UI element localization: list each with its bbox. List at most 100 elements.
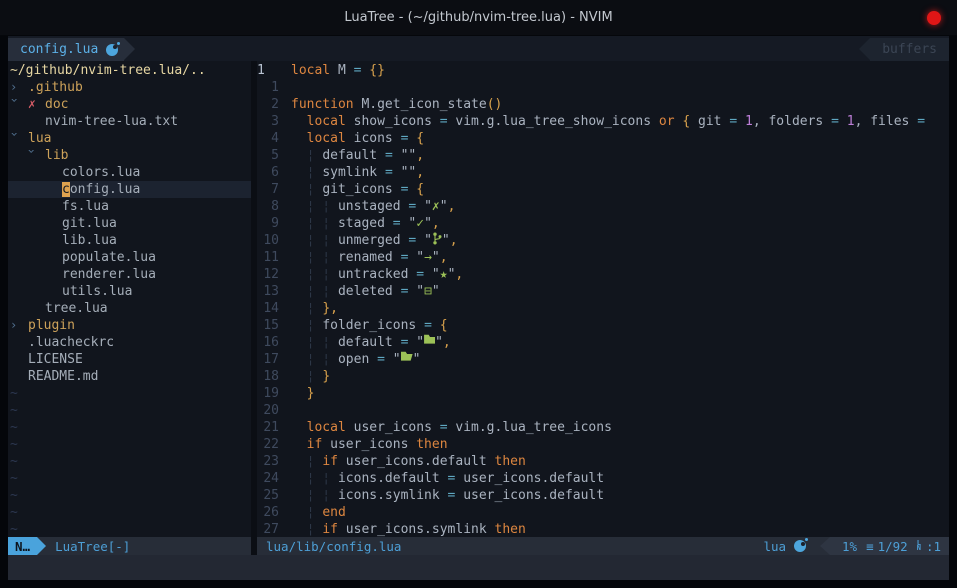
code-line[interactable]: 1: [257, 79, 949, 96]
cursor-location: 1/92: [878, 539, 908, 554]
line-number: 20: [257, 402, 279, 419]
code-token: =: [440, 113, 448, 130]
code-line[interactable]: 6 ¦ symlink = "",: [257, 164, 949, 181]
code-token: git_icons: [322, 181, 400, 198]
line-number: 9: [257, 215, 279, 232]
command-line[interactable]: [8, 555, 949, 580]
code-token: ": [448, 266, 456, 283]
tree-item-config-lua[interactable]: config.lua: [8, 181, 251, 198]
tree-item-fs-lua[interactable]: fs.lua: [8, 198, 251, 215]
line-number: 1: [257, 62, 279, 79]
tree-item-colors-lua[interactable]: colors.lua: [8, 164, 251, 181]
code-token: ¦: [307, 300, 323, 317]
tree-item-label: git.lua: [62, 215, 117, 232]
tree-item-git-lua[interactable]: git.lua: [8, 215, 251, 232]
chevron-down-icon[interactable]: ›: [23, 148, 40, 166]
line-number: 16: [257, 334, 279, 351]
code-token: =: [401, 249, 409, 266]
line-number: 6: [257, 164, 279, 181]
code-token: {: [682, 113, 690, 130]
line-number: 4: [257, 130, 279, 147]
code-line[interactable]: 21 local user_icons = vim.g.lua_tree_ico…: [257, 419, 949, 436]
code-line[interactable]: 19 }: [257, 385, 949, 402]
line-number: 2: [257, 96, 279, 113]
code-token: =: [385, 147, 393, 164]
tree-item-utils-lua[interactable]: utils.lua: [8, 283, 251, 300]
code-line[interactable]: 18 ¦ }: [257, 368, 949, 385]
code-line[interactable]: 22 if user_icons then: [257, 436, 949, 453]
tree-item-renderer-lua[interactable]: renderer.lua: [8, 266, 251, 283]
code-line[interactable]: 3 local show_icons = vim.g.lua_tree_show…: [257, 113, 949, 130]
empty-line-tilde: ~: [8, 419, 251, 436]
mode-indicator: N…: [8, 537, 37, 555]
chevron-down-icon[interactable]: ›: [8, 131, 23, 149]
code-line[interactable]: 17 ¦ ¦ open = "": [257, 351, 949, 368]
tree-item-plugin[interactable]: ›plugin: [8, 317, 251, 334]
code-token: [291, 215, 307, 232]
code-line[interactable]: 27 ¦ if user_icons.symlink then: [257, 521, 949, 537]
statusline-tree-name: LuaTree[-]: [46, 537, 130, 555]
chevron-right-icon[interactable]: ›: [10, 317, 28, 334]
tree-item-nvim-tree-lua-txt[interactable]: nvim-tree-lua.txt: [8, 113, 251, 130]
tree-item-readme-md[interactable]: README.md: [8, 368, 251, 385]
statusline-arrow-separator: [820, 537, 830, 555]
line-number: 26: [257, 504, 279, 521]
tree-item-tree-lua[interactable]: tree.lua: [8, 300, 251, 317]
code-token: [291, 436, 307, 453]
code-token: icons: [346, 130, 401, 147]
tree-item-doc[interactable]: ›✗doc: [8, 96, 251, 113]
code-token: ": [416, 198, 432, 215]
tree-item-lua[interactable]: ›lua: [8, 130, 251, 147]
code-token: ,: [416, 164, 424, 181]
code-line[interactable]: 15 ¦ folder_icons = {: [257, 317, 949, 334]
tree-item-lib[interactable]: ›lib: [8, 147, 251, 164]
code-line[interactable]: 23 ¦ if user_icons.default then: [257, 453, 949, 470]
code-line[interactable]: 5 ¦ default = "",: [257, 147, 949, 164]
code-token: [291, 130, 307, 147]
code-line[interactable]: 8 ¦ ¦ unstaged = "✗",: [257, 198, 949, 215]
code-line[interactable]: 11 ¦ ¦ renamed = "→",: [257, 249, 949, 266]
code-line[interactable]: 24 ¦ ¦ icons.default = user_icons.defaul…: [257, 470, 949, 487]
chevron-down-icon[interactable]: ›: [8, 97, 23, 115]
tree-item-license[interactable]: LICENSE: [8, 351, 251, 368]
tree-item--github[interactable]: ›.github: [8, 79, 251, 96]
code-token: [291, 470, 307, 487]
line-number: 27: [257, 521, 279, 537]
code-token: ": [424, 266, 440, 283]
code-line[interactable]: 20: [257, 402, 949, 419]
code-line[interactable]: 4 local icons = {: [257, 130, 949, 147]
code-token: ¦: [307, 164, 323, 181]
buffers-label[interactable]: buffers: [870, 38, 949, 61]
code-token: }: [307, 385, 315, 402]
mode-arrow-separator: [37, 537, 46, 555]
code-token: user_icons.default: [455, 470, 604, 487]
tab-config-lua[interactable]: config.lua: [8, 38, 124, 61]
code-token: ¦: [307, 521, 323, 537]
code-line[interactable]: 1local M = {}: [257, 62, 949, 79]
code-token: [291, 334, 307, 351]
code-token: 1: [745, 113, 753, 130]
code-line[interactable]: 10 ¦ ¦ unmerged = "",: [257, 232, 949, 249]
tree-item-lib-lua[interactable]: lib.lua: [8, 232, 251, 249]
close-button[interactable]: [927, 11, 941, 25]
code-line[interactable]: 7 ¦ git_icons = {: [257, 181, 949, 198]
code-line[interactable]: 12 ¦ ¦ untracked = "★",: [257, 266, 949, 283]
code-line[interactable]: 14 ¦ },: [257, 300, 949, 317]
code-token: ¦: [307, 453, 323, 470]
code-line[interactable]: 26 ¦ end: [257, 504, 949, 521]
chevron-right-icon[interactable]: ›: [10, 79, 28, 96]
code-line[interactable]: 25 ¦ ¦ icons.symlink = user_icons.defaul…: [257, 487, 949, 504]
tree-item--luacheckrc[interactable]: .luacheckrc: [8, 334, 251, 351]
code-token: {: [440, 317, 448, 334]
code-token: {}: [369, 62, 385, 79]
code-token: [408, 181, 416, 198]
tree-item-populate-lua[interactable]: populate.lua: [8, 249, 251, 266]
tree-item-label: utils.lua: [62, 283, 132, 300]
code-line[interactable]: 16 ¦ ¦ default = "",: [257, 334, 949, 351]
code-line[interactable]: 13 ¦ ¦ deleted = "⊟": [257, 283, 949, 300]
line-number: 15: [257, 317, 279, 334]
tree-item--github-nvim-tree-lua-[interactable]: ~/github/nvim-tree.lua/..: [8, 62, 251, 79]
code-line[interactable]: 9 ¦ ¦ staged = "✓",: [257, 215, 949, 232]
code-token: ⊟: [424, 283, 432, 300]
code-line[interactable]: 2function M.get_icon_state(): [257, 96, 949, 113]
